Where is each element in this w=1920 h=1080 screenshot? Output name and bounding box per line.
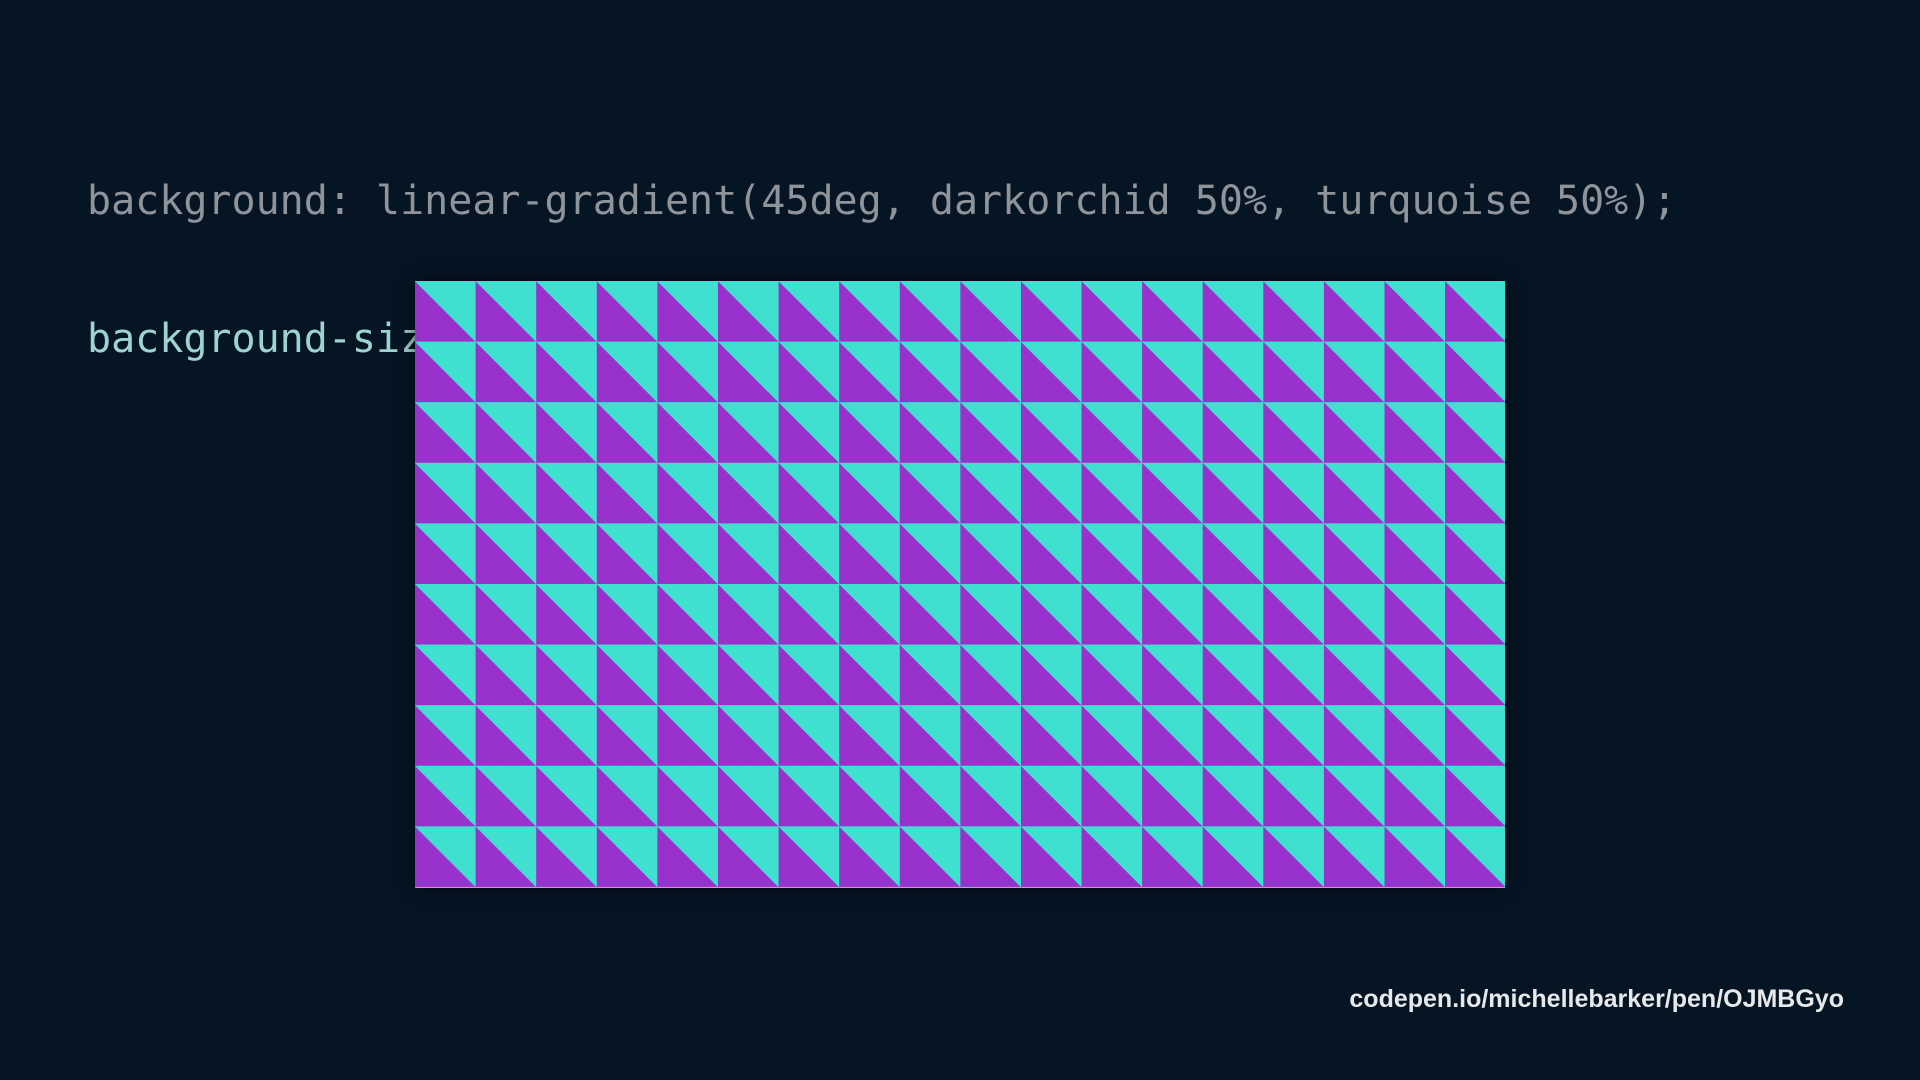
css-property: background-size — [87, 316, 449, 362]
slide: background: linear-gradient(45deg, darko… — [0, 0, 1920, 1080]
code-line-background: background: linear-gradient(45deg, darko… — [87, 178, 1677, 224]
codepen-credit-link[interactable]: codepen.io/michellebarker/pen/OJMBGyo — [1349, 985, 1844, 1014]
triangle-pattern-demo — [415, 281, 1505, 888]
